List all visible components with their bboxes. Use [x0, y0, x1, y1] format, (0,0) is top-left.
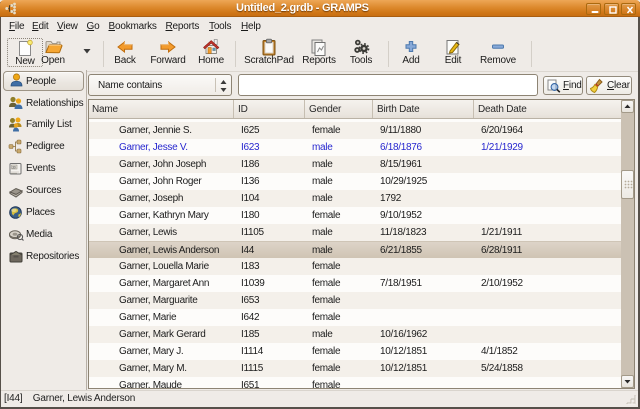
svg-text:30: 30: [12, 166, 16, 170]
